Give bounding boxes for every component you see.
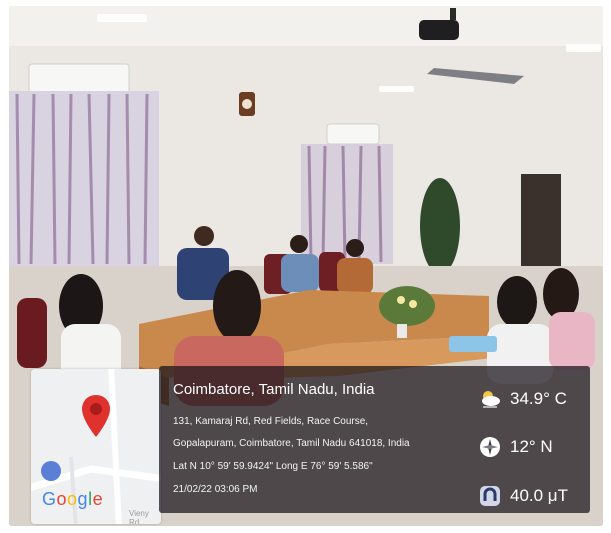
map-pin-icon bbox=[82, 395, 110, 437]
air-conditioner bbox=[28, 63, 130, 95]
timestamp: 21/02/22 03:06 PM bbox=[173, 484, 258, 495]
person-head bbox=[497, 276, 537, 328]
address-line-2: Gopalapuram, Coimbatore, Tamil Nadu 6410… bbox=[173, 438, 410, 449]
geotag-overlay: Coimbatore, Tamil Nadu, India 131, Kamar… bbox=[159, 366, 590, 513]
projector-mount bbox=[450, 8, 456, 20]
chair bbox=[17, 298, 47, 368]
compass-icon bbox=[480, 437, 500, 457]
mini-map-card: Google Vieny Rd bbox=[31, 369, 161, 524]
projector bbox=[419, 20, 459, 40]
person-seated bbox=[337, 258, 373, 294]
ceiling-light bbox=[566, 44, 601, 52]
person-head bbox=[213, 270, 261, 342]
ceiling-light bbox=[379, 86, 414, 92]
person-head bbox=[194, 226, 214, 246]
compass-readout: 12° N bbox=[479, 436, 553, 458]
air-conditioner bbox=[326, 123, 380, 145]
compass-value: 12° N bbox=[510, 437, 553, 456]
ceiling-light bbox=[97, 14, 147, 22]
ceiling bbox=[9, 6, 603, 46]
person-head bbox=[346, 239, 364, 257]
temperature-readout: 34.9° C bbox=[479, 388, 567, 410]
magnetic-value: 40.0 μT bbox=[510, 486, 568, 505]
coordinates: Lat N 10° 59' 59.9424" Long E 76° 59' 5.… bbox=[173, 461, 373, 472]
address-line-1: 131, Kamaraj Rd, Red Fields, Race Course… bbox=[173, 416, 369, 427]
message-icon bbox=[41, 461, 61, 481]
magnetic-readout: 40.0 μT bbox=[479, 485, 568, 507]
photo-frame: Google Vieny Rd Coimbatore, Tamil Nadu, … bbox=[9, 6, 603, 526]
location-city: Coimbatore, Tamil Nadu, India bbox=[173, 381, 375, 398]
google-logo: Google bbox=[42, 489, 104, 509]
person-seated bbox=[281, 254, 319, 292]
flower-bouquet bbox=[379, 286, 435, 326]
potted-plant bbox=[420, 178, 460, 274]
person-seated bbox=[549, 312, 595, 370]
temperature-value: 34.9° C bbox=[510, 389, 567, 408]
map-road-label: Vieny Rd bbox=[129, 509, 149, 524]
notebook bbox=[449, 336, 497, 352]
magnet-icon bbox=[480, 486, 500, 506]
person-head bbox=[290, 235, 308, 253]
weather-cloud-icon bbox=[482, 391, 500, 408]
